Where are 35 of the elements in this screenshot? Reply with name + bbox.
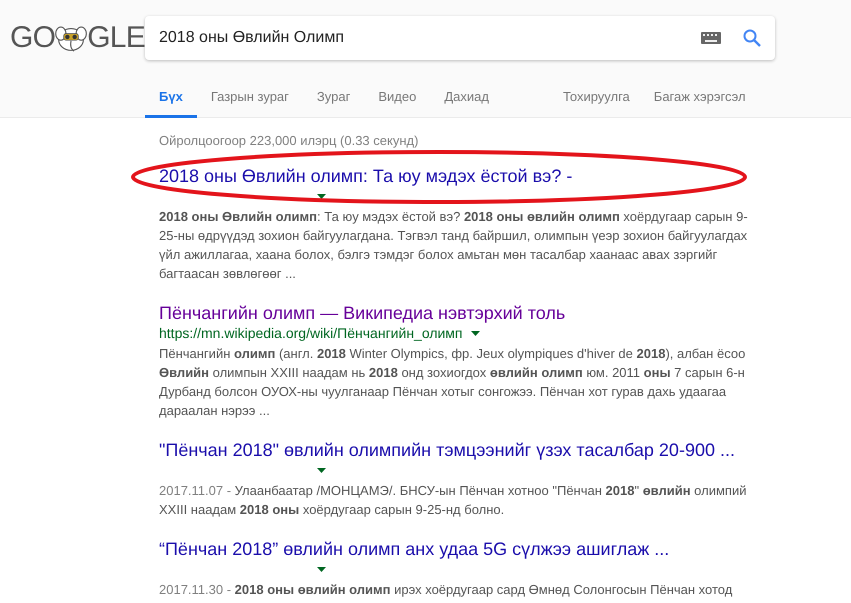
result-url: https://mn.wikipedia.org/wiki/Пёнчангийн_олимп <box>159 324 463 343</box>
dropdown-caret-icon[interactable] <box>317 194 326 200</box>
result-stats: Ойролцоогоор 223,000 илэрц (0.33 секунд) <box>159 132 420 150</box>
result-date: 2017.11.07 - <box>159 482 232 498</box>
result-snippet: дараалан нэрээ ... <box>159 402 270 418</box>
result-snippet: XXIII наадам 2018 оны хоёрдугаар сарын 9-25-нд болно. <box>159 502 504 516</box>
search-field[interactable]: 2018 оны Өвлийн Олимп <box>145 16 775 60</box>
result-snippet: 2018 оны өвлийн олимп ирэх хоёрдугаар сард Өмнөд Солонгосын Пёнчан хотод <box>234 582 732 596</box>
result-title-link[interactable]: 2018 оны Өвлийн олимп: Та юу мэдэх ёстой вэ? - <box>159 164 851 186</box>
result-title-link[interactable]: Пёнчангийн олимп — Википедиа нэвтэрхий толь <box>159 302 851 324</box>
result-snippet: 25-ны өдрүүдэд зохион байгуулагдана. Тэгвэл танд байршил, олимпын үеэр зохион байгуулагдах <box>159 228 748 242</box>
dropdown-caret-icon[interactable] <box>317 566 326 572</box>
dropdown-caret-icon[interactable] <box>317 468 326 474</box>
search-tab[interactable]: Видео <box>364 82 430 118</box>
search-tab[interactable]: Дахиад <box>430 82 503 118</box>
result-title-link[interactable]: “Пёнчан 2018” өвлийн олимп анх удаа 5G сүлжээ ашиглаж ... <box>159 538 851 560</box>
keyboard-icon[interactable] <box>701 32 721 44</box>
result-title-link[interactable]: "Пёнчан 2018" өвлийн олимпийн тэмцээнийг үзэх тасалбар 20-900 ... <box>159 438 851 460</box>
search-tab[interactable]: Бүх <box>145 82 197 118</box>
result-snippet: Пёнчангийн олимп (англ. 2018 Winter Olympics, фр. Jeux olympiques d'hiver de 2018), албан ёсоо <box>159 346 746 360</box>
dropdown-caret-icon[interactable] <box>470 330 480 336</box>
result-date: 2017.11.30 - <box>159 582 232 596</box>
search-tab[interactable]: Зураг <box>302 82 364 118</box>
result-snippet: 2018 оны Өвлийн олимп: Та юу мэдэх ёстой вэ? 2018 оны өвлийн олимп хоёрдугаар сарын 9- <box>159 208 748 224</box>
result-snippet: Улаанбаатар /МОНЦАМЭ/. БНСУ-ын Пёнчан хотноо "Пёнчан 2018" өвлийн олимпий <box>234 482 746 498</box>
logo-text: GLE <box>87 23 145 53</box>
tools-link[interactable]: Тохируулга <box>550 82 642 118</box>
tools-link[interactable]: Багаж хэрэгсэл <box>642 82 758 118</box>
search-tab[interactable]: Газрын зураг <box>196 82 303 118</box>
result-snippet: Өвлийн олимпын XXIII наадам нь 2018 онд зохиогдох өвлийн олимп юм. 2011 оны 7 сарын 6-н <box>159 364 745 380</box>
result-snippet: багтаасан зөвлөгөөг ... <box>159 266 296 280</box>
search-icon[interactable] <box>743 29 761 47</box>
result-snippet: Дурбанд болсон ОУОХ-ны чуулганаар Пёнчан хотыг сонгожээ. Пёнчан хот гурав дахь удаагаа <box>159 384 726 398</box>
result-snippet: үйл ажиллагаа, хаана болох, бэлгэ тэмдэг болох амьтан мөн тасалбар хаанаас авах зэргийг <box>159 246 718 262</box>
logo-text: GO <box>10 23 56 53</box>
